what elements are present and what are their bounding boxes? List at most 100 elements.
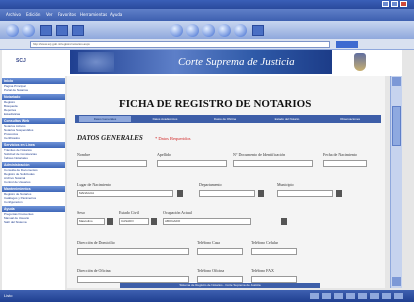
dropdown-arrow-icon[interactable]	[151, 218, 157, 225]
tray-icon	[358, 293, 367, 299]
identificacion-input[interactable]	[233, 160, 313, 167]
label-fecha-nacimiento: Fecha de Nacimiento	[323, 152, 357, 157]
banner-seal-icon	[78, 52, 114, 72]
search-icon[interactable]	[170, 24, 183, 37]
menu-ver[interactable]: Ver	[46, 12, 53, 17]
label-sexo: Sexo	[77, 210, 85, 215]
page-header: SCJ Corte Suprema de Justicia	[2, 50, 402, 76]
mail-icon[interactable]	[218, 24, 231, 37]
estado-civil-select[interactable]: CASADO	[119, 218, 149, 225]
menu-herramientas[interactable]: Herramientas	[80, 12, 107, 17]
tel-fax-input[interactable]	[251, 276, 297, 283]
sidebar-item[interactable]: Certificados	[2, 136, 65, 140]
label-tel-casa: Teléfono Casa	[197, 240, 220, 245]
scroll-thumb[interactable]	[392, 106, 401, 146]
history-icon[interactable]	[202, 24, 215, 37]
go-button[interactable]	[336, 41, 358, 48]
dropdown-arrow-icon[interactable]	[107, 218, 113, 225]
menu-favoritos[interactable]: Favoritos	[58, 12, 76, 17]
tray-icon	[310, 293, 319, 299]
forward-icon[interactable]	[22, 24, 35, 37]
section-title: DATOS GENERALES	[77, 134, 143, 142]
ocupacion-select[interactable]: ABOGADO	[163, 218, 251, 225]
tab-datos-generales[interactable]: Datos Generales	[79, 116, 131, 122]
label-departamento: Departamento	[199, 182, 222, 187]
edit-icon[interactable]	[252, 25, 264, 36]
menu-archivo[interactable]: Archivo	[6, 12, 21, 17]
lugar-nacimiento-select[interactable]: MANAGUA	[77, 190, 173, 197]
vertical-scrollbar[interactable]	[390, 76, 402, 288]
back-icon[interactable]	[6, 24, 19, 37]
sidebar-item[interactable]: Estadísticas	[2, 112, 65, 116]
tab-estado-notario[interactable]: Estado del Notario	[259, 116, 315, 122]
required-note: * Datos Requeridos	[155, 136, 191, 141]
tray-icon	[394, 293, 403, 299]
label-dir-oficina: Dirección de Oficina	[77, 268, 111, 273]
label-municipio: Municipio	[277, 182, 294, 187]
dropdown-arrow-icon[interactable]	[281, 218, 287, 225]
browser-toolbar	[0, 21, 414, 39]
tab-observaciones[interactable]: Observaciones	[321, 116, 379, 122]
minimize-icon[interactable]	[382, 1, 389, 7]
municipio-select[interactable]	[277, 190, 333, 197]
scroll-up-icon[interactable]	[392, 77, 401, 86]
tray-icon	[382, 293, 391, 299]
dropdown-arrow-icon[interactable]	[258, 190, 264, 197]
print-icon[interactable]	[234, 24, 247, 37]
tray-icon	[346, 293, 355, 299]
site-logo[interactable]: SCJ	[16, 58, 36, 66]
tel-oficina-input[interactable]	[197, 276, 243, 283]
tab-bar: Datos Generales Datos Académicos Datos d…	[75, 115, 381, 123]
stop-icon[interactable]	[40, 25, 52, 36]
sidebar-item[interactable]: Control de Usuarios	[2, 180, 65, 184]
maximize-icon[interactable]	[391, 1, 398, 7]
scroll-down-icon[interactable]	[392, 277, 401, 286]
dropdown-arrow-icon[interactable]	[177, 190, 183, 197]
dropdown-arrow-icon[interactable]	[336, 190, 342, 197]
banner: Corte Suprema de Justicia	[70, 50, 332, 74]
sidebar-item[interactable]: Índices Notariales	[2, 156, 65, 160]
departamento-select[interactable]	[199, 190, 255, 197]
home-icon[interactable]	[72, 25, 84, 36]
main-content: FICHA DE REGISTRO DE NOTARIOS Datos Gene…	[67, 76, 385, 288]
label-nombre: Nombre	[77, 152, 91, 157]
label-identificacion: N° Documento de Identificación	[233, 152, 286, 157]
footer-note: Sistema de Registro de Notarios - Corte …	[120, 283, 320, 288]
dir-domicilio-input[interactable]	[77, 248, 189, 255]
label-dir-domicilio: Dirección de Domicilio	[77, 240, 115, 245]
status-bar: Listo	[0, 290, 414, 302]
dir-oficina-input[interactable]	[77, 276, 189, 283]
form-title: FICHA DE REGISTRO DE NOTARIOS	[119, 98, 312, 110]
sidebar-item[interactable]: Salir del Sistema	[2, 220, 65, 224]
label-ocupacion: Ocupación Actual	[163, 210, 192, 215]
label-apellido: Apellido	[157, 152, 171, 157]
sidebar-item[interactable]: Configuración	[2, 200, 65, 204]
close-icon[interactable]	[400, 1, 407, 7]
sexo-select[interactable]: Masculino	[77, 218, 105, 225]
label-tel-celular: Teléfono Celular	[251, 240, 278, 245]
menu-ayuda[interactable]: Ayuda	[110, 12, 122, 17]
tel-celular-input[interactable]	[251, 248, 297, 255]
window-titlebar	[0, 0, 414, 9]
label-estado-civil: Estado Civil	[119, 210, 139, 215]
crest-icon	[354, 53, 366, 71]
tab-datos-academicos[interactable]: Datos Académicos	[139, 116, 191, 122]
nombre-input[interactable]	[77, 160, 147, 167]
tray-icon	[322, 293, 331, 299]
address-input[interactable]: http://www.scj.gob.ni/registro/notarios.…	[30, 41, 330, 48]
fecha-nacimiento-input[interactable]	[323, 160, 367, 167]
sidebar-nav: Inicio Página Principal Portal de Notarios…	[2, 76, 65, 290]
refresh-icon[interactable]	[56, 25, 68, 36]
tab-datos-oficina[interactable]: Datos de Oficina	[199, 116, 251, 122]
menu-bar: Archivo Edición Ver Favoritos Herramient…	[0, 9, 414, 21]
tray-icon	[334, 293, 343, 299]
tray-icon	[370, 293, 379, 299]
favorites-icon[interactable]	[186, 24, 199, 37]
status-text: Listo	[4, 293, 13, 298]
label-tel-oficina: Teléfono Oficina	[197, 268, 225, 273]
menu-edicion[interactable]: Edición	[26, 12, 40, 17]
tel-casa-input[interactable]	[197, 248, 243, 255]
sidebar-item[interactable]: Portal de Notarios	[2, 88, 65, 92]
address-bar: http://www.scj.gob.ni/registro/notarios.…	[0, 39, 414, 50]
apellido-input[interactable]	[157, 160, 227, 167]
